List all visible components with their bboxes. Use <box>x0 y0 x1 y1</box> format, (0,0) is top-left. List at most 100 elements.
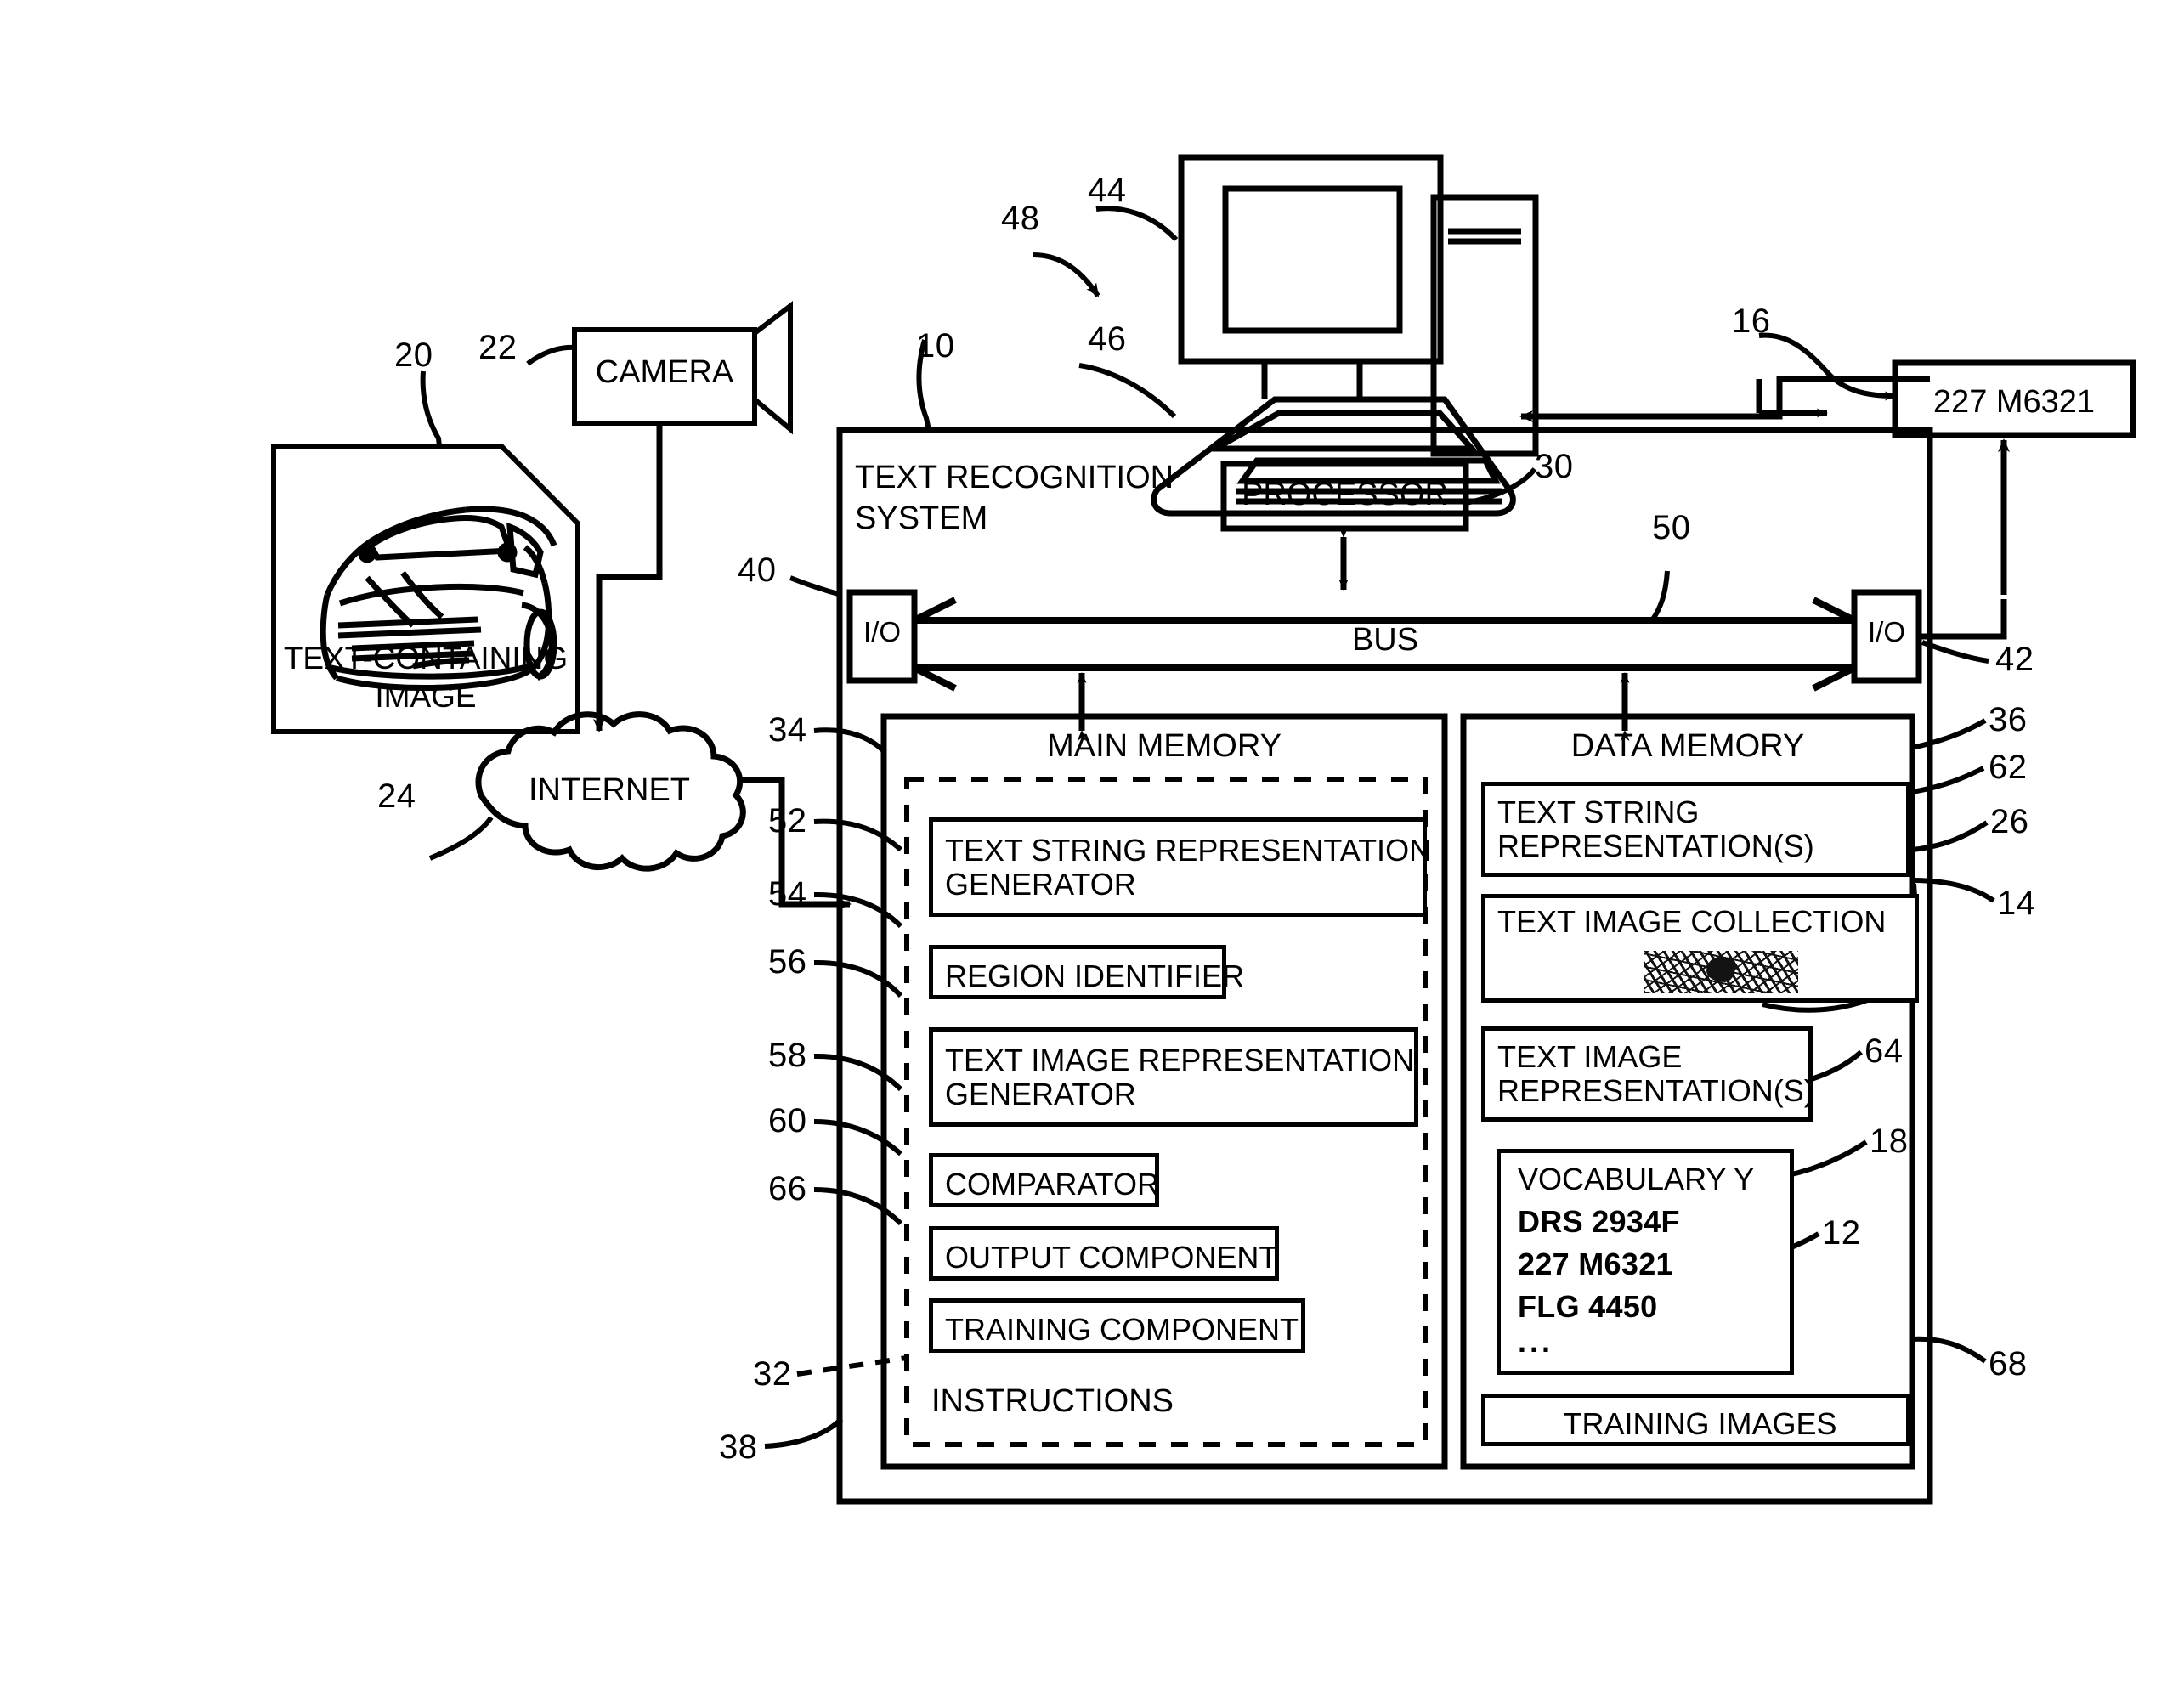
workstation-illustration <box>1151 154 1539 517</box>
ref-62: 62 <box>1989 749 2028 786</box>
ref-66: 66 <box>768 1170 807 1207</box>
data-memory-item-label-62: TEXT STRING REPRESENTATION(S) <box>1497 794 1814 864</box>
camera-label: CAMERA <box>595 354 734 390</box>
data-memory-item-label-68: TRAINING IMAGES <box>1563 1406 1837 1441</box>
io-right-out-path <box>1919 599 2007 640</box>
camera-lens <box>752 300 793 435</box>
ref-14: 14 <box>1997 885 2036 922</box>
leader-32 <box>796 1355 908 1377</box>
ref-24: 24 <box>377 777 416 815</box>
leader-24 <box>428 816 494 861</box>
bus-left-arrowhead <box>913 597 957 692</box>
main-memory-item-text-string-representation-generator[interactable]: TEXT STRING REPRESENTATION GENERATOR <box>929 817 1431 917</box>
ref-26: 26 <box>1990 803 2029 840</box>
system-title-line1: TEXT RECOGNITION <box>855 460 1174 495</box>
main-memory-label: MAIN MEMORY <box>1047 728 1282 764</box>
ref-30: 30 <box>1535 448 1574 485</box>
main-memory-item-training-component[interactable]: TRAINING COMPONENT <box>929 1298 1305 1353</box>
leader-58 <box>813 1053 903 1092</box>
camera-to-internet-arrow <box>593 423 663 732</box>
ref-52: 52 <box>768 802 807 840</box>
main-memory-item-region-identifier[interactable]: REGION IDENTIFIER <box>929 945 1244 999</box>
leader-42 <box>1921 640 1989 664</box>
internet-label: INTERNET <box>529 772 690 808</box>
ref-34: 34 <box>768 711 807 749</box>
leader-44 <box>1095 206 1179 242</box>
ref-58: 58 <box>768 1037 807 1074</box>
main-memory-item-comparator[interactable]: COMPARATOR <box>929 1153 1159 1207</box>
ref-36: 36 <box>1989 701 2028 738</box>
patent-figure: 20 22 24 48 44 46 16 10 30 50 40 42 34 5… <box>0 0 2184 1685</box>
processor-label: PROCESSOR <box>1242 477 1448 512</box>
ref-40: 40 <box>738 551 777 589</box>
leader-54 <box>813 891 903 929</box>
vocabulary-title: VOCABULARY Y <box>1518 1162 1755 1196</box>
noisy-text-image-sample-14 <box>1644 951 1798 993</box>
vocabulary-entry-1: 227 M6321 <box>1518 1247 1673 1281</box>
text-containing-image-caption-line1: TEXT-CONTAINING <box>283 641 569 676</box>
leader-60 <box>813 1119 902 1156</box>
vocabulary-entry-2: FLG 4450 <box>1518 1289 1658 1324</box>
noise-blob <box>1706 957 1735 982</box>
leader-68 <box>1911 1336 1987 1364</box>
leader-46 <box>1078 363 1177 419</box>
main-memory-item-text-image-representation-generator[interactable]: TEXT IMAGE REPRESENTATION GENERATOR <box>929 1027 1418 1127</box>
leader-40 <box>789 575 842 597</box>
data-memory-item-text-image-representations[interactable]: TEXT IMAGE REPRESENTATION(S) <box>1481 1026 1814 1122</box>
system-to-workstation-arrow <box>1519 376 1930 422</box>
data-memory-item-text-image-collection[interactable]: TEXT IMAGE COLLECTION <box>1481 894 1919 1003</box>
leader-52 <box>813 818 903 852</box>
instructions-label: INSTRUCTIONS <box>931 1383 1174 1419</box>
ref-54: 54 <box>768 875 807 913</box>
leader-56 <box>813 959 903 998</box>
main-memory-item-label-66: TRAINING COMPONENT <box>945 1312 1299 1347</box>
leader-38 <box>764 1416 844 1449</box>
ref-38: 38 <box>719 1428 758 1466</box>
bus-right-arrowhead <box>1812 597 1856 692</box>
leader-34 <box>813 727 886 754</box>
vocabulary-box[interactable]: VOCABULARY Y DRS 2934F 227 M6321 FLG 445… <box>1497 1149 1794 1375</box>
main-memory-item-label-56: TEXT IMAGE REPRESENTATION GENERATOR <box>945 1043 1415 1112</box>
leader-20 <box>420 370 442 447</box>
leader-62 <box>1911 766 1985 794</box>
data-memory-item-text-string-representations[interactable]: TEXT STRING REPRESENTATION(S) <box>1481 782 1910 877</box>
leader-26 <box>1911 820 1989 852</box>
ref-46: 46 <box>1088 320 1127 358</box>
ref-56: 56 <box>768 943 807 981</box>
main-memory-item-label-58: COMPARATOR <box>945 1167 1160 1202</box>
ref-18: 18 <box>1870 1122 1909 1160</box>
leader-66 <box>813 1187 903 1226</box>
ref-64: 64 <box>1864 1032 1904 1070</box>
leader-50 <box>1649 570 1670 622</box>
io-right-label: I/O <box>1867 616 1905 647</box>
leader-22 <box>526 344 575 366</box>
ref-12: 12 <box>1822 1214 1861 1252</box>
ref-16: 16 <box>1732 303 1771 340</box>
io-left-label: I/O <box>863 616 901 647</box>
ref-22: 22 <box>478 329 518 366</box>
main-memory-item-output-component[interactable]: OUTPUT COMPONENT <box>929 1226 1279 1281</box>
ref-50: 50 <box>1652 509 1691 546</box>
main-memory-item-label-52: TEXT STRING REPRESENTATION GENERATOR <box>945 833 1432 902</box>
vocabulary-ellipsis: ... <box>1518 1324 1554 1359</box>
ref-44: 44 <box>1088 172 1127 209</box>
system-title-line2: SYSTEM <box>855 500 988 536</box>
ref-48: 48 <box>1001 200 1040 237</box>
data-memory-item-training-images[interactable]: TRAINING IMAGES <box>1481 1394 1910 1446</box>
ref-60: 60 <box>768 1102 807 1139</box>
ref-10: 10 <box>916 327 955 365</box>
data-memory-item-label-26: TEXT IMAGE COLLECTION <box>1497 904 1887 939</box>
data-memory-item-label-64: TEXT IMAGE REPRESENTATION(S) <box>1497 1039 1814 1109</box>
leader-16 <box>1758 332 1896 401</box>
ref-68: 68 <box>1989 1345 2028 1382</box>
leader-30 <box>1465 467 1537 506</box>
ref-20: 20 <box>394 336 433 374</box>
main-memory-item-label-54: REGION IDENTIFIER <box>945 958 1245 993</box>
bus-label: BUS <box>1351 622 1419 658</box>
data-memory-label: DATA MEMORY <box>1570 728 1805 764</box>
output-plate-label: 227 M6321 <box>1932 384 2096 420</box>
vocabulary-entry-0: DRS 2934F <box>1518 1204 1680 1239</box>
ref-42: 42 <box>1995 641 2034 678</box>
ref-32: 32 <box>753 1355 792 1393</box>
leader-36 <box>1911 718 1987 750</box>
